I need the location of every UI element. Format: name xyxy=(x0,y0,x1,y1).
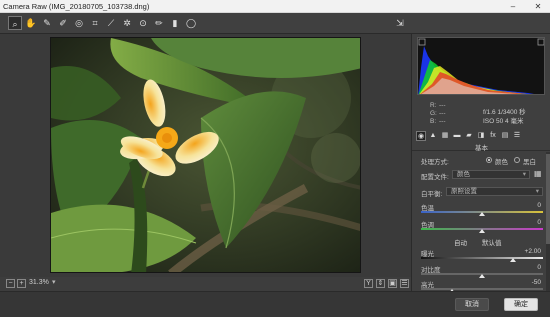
photo-flower-leaves xyxy=(51,38,360,272)
hsl-tab-icon[interactable]: ▬ xyxy=(452,131,462,141)
tint-slider-thumb[interactable] xyxy=(479,229,485,233)
zoom-out-button[interactable]: − xyxy=(6,279,15,288)
highlights-value-field[interactable]: -50 xyxy=(517,279,543,287)
detail-tab-icon[interactable]: ▦ xyxy=(440,131,450,141)
tint-value-field[interactable]: 0 xyxy=(517,219,543,227)
graduated-filter-icon[interactable]: ▮ xyxy=(168,16,182,30)
crop-tool-icon[interactable]: ⌗ xyxy=(88,16,102,30)
split-toning-tab-icon[interactable]: ▰ xyxy=(464,131,474,141)
bw-radio-label: 黑白 xyxy=(523,159,536,166)
hand-tool-icon[interactable]: ✋ xyxy=(24,16,38,30)
temperature-slider-thumb[interactable] xyxy=(479,212,485,216)
r-label: R: xyxy=(430,102,437,109)
white-balance-label: 白平衡: xyxy=(421,191,443,198)
zoom-in-button[interactable]: + xyxy=(17,279,26,288)
cancel-button[interactable]: 取消 xyxy=(455,298,489,311)
preview-area xyxy=(0,34,411,277)
color-radio[interactable] xyxy=(486,157,492,163)
close-button[interactable]: ✕ xyxy=(530,0,546,13)
before-after-button[interactable]: ▣ xyxy=(388,279,397,288)
zoom-tool-icon[interactable]: ⌕ xyxy=(8,16,22,30)
profile-label: 配置文件: xyxy=(421,174,449,181)
view-cycle-button[interactable]: ⇕ xyxy=(376,279,385,288)
color-sampler-tool-icon[interactable]: ✐ xyxy=(56,16,70,30)
white-balance-select[interactable]: 原照设置 ▾ xyxy=(446,187,543,196)
view-toggle-y-button[interactable]: Y xyxy=(364,279,373,288)
chevron-down-icon: ▾ xyxy=(535,188,539,195)
contrast-slider-thumb[interactable] xyxy=(479,274,485,278)
spot-removal-tool-icon[interactable]: ✲ xyxy=(120,16,134,30)
exposure-slider-thumb[interactable] xyxy=(509,258,516,262)
histogram-graph xyxy=(418,38,544,94)
adjustments-panel: R: --- G: --- B: --- f/1.6 1/3400 秒 ISO 50 … xyxy=(411,34,550,317)
section-title: 基本 xyxy=(412,142,550,152)
radial-filter-icon[interactable]: ◯ xyxy=(184,16,198,30)
auto-link[interactable]: 自动 xyxy=(454,237,467,247)
open-preferences-icon[interactable]: ⇲ xyxy=(393,16,407,30)
profile-value: 颜色 xyxy=(457,171,470,178)
done-button[interactable]: 确定 xyxy=(504,298,538,311)
default-link[interactable]: 默认值 xyxy=(482,237,502,247)
minimize-button[interactable]: – xyxy=(505,0,521,13)
profile-browser-icon[interactable]: ▦ xyxy=(534,169,542,178)
target-adjustment-tool-icon[interactable]: ◎ xyxy=(72,16,86,30)
tone-curve-tab-icon[interactable]: ▲ xyxy=(428,131,438,141)
basic-tab-icon[interactable]: ◉ xyxy=(416,131,426,141)
red-eye-tool-icon[interactable]: ⊙ xyxy=(136,16,150,30)
highlights-slider-track[interactable] xyxy=(421,288,543,290)
exposure-slider-track[interactable] xyxy=(421,257,543,259)
color-readout: R: --- G: --- B: --- f/1.6 1/3400 秒 ISO 50 … xyxy=(417,98,545,128)
title-bar: Camera Raw (IMG_20180705_103738.dng) – ✕ xyxy=(0,0,550,13)
window-title: Camera Raw (IMG_20180705_103738.dng) xyxy=(3,2,150,11)
g-value: --- xyxy=(439,110,446,117)
highlight-clipping-warning-icon xyxy=(537,38,544,46)
adjustment-brush-icon[interactable]: ✏ xyxy=(152,16,166,30)
bottom-bar: 取消 确定 xyxy=(0,291,550,317)
iso-focal-length: ISO 50 4 毫米 xyxy=(483,118,524,125)
panel-tabs: ◉ ▲ ▦ ▬ ▰ ◨ fx ▤ ☰ xyxy=(416,131,548,141)
panel-scrollbar[interactable] xyxy=(546,152,550,291)
straighten-tool-icon[interactable]: ⟋ xyxy=(104,16,118,30)
view-menu-button[interactable]: ☰ xyxy=(400,279,409,288)
treatment-label: 处理方式: xyxy=(421,159,449,166)
b-value: --- xyxy=(439,118,446,125)
temperature-value-field[interactable]: 0 xyxy=(517,202,543,210)
exposure-value-field[interactable]: +2.00 xyxy=(517,248,543,256)
toolbar: ⇲ ⌕ ✋ ✎ ✐ ◎ ⌗ ⟋ ✲ ⊙ ✏ ▮ ◯ xyxy=(0,13,550,34)
effects-tab-icon[interactable]: fx xyxy=(488,131,498,141)
white-balance-tool-icon[interactable]: ✎ xyxy=(40,16,54,30)
color-radio-label: 颜色 xyxy=(495,159,508,166)
bw-radio[interactable] xyxy=(514,157,520,163)
presets-tab-icon[interactable]: ☰ xyxy=(512,131,522,141)
zoom-level[interactable]: 31.3% xyxy=(29,279,49,286)
r-value: --- xyxy=(439,102,446,109)
g-label: G: xyxy=(430,110,437,117)
b-label: B: xyxy=(430,118,437,125)
status-bar: − + 31.3% ▾ Y ⇕ ▣ ☰ xyxy=(0,277,411,291)
calibration-tab-icon[interactable]: ▤ xyxy=(500,131,510,141)
chevron-down-icon: ▾ xyxy=(522,171,526,178)
preview-image[interactable] xyxy=(50,37,361,273)
zoom-dropdown-icon[interactable]: ▾ xyxy=(52,278,56,286)
shadow-clipping-warning-icon xyxy=(418,38,426,46)
profile-select[interactable]: 颜色 ▾ xyxy=(452,170,530,179)
contrast-value-field[interactable]: 0 xyxy=(517,264,543,272)
white-balance-value: 原照设置 xyxy=(451,188,477,195)
histogram xyxy=(417,37,545,95)
lens-tab-icon[interactable]: ◨ xyxy=(476,131,486,141)
